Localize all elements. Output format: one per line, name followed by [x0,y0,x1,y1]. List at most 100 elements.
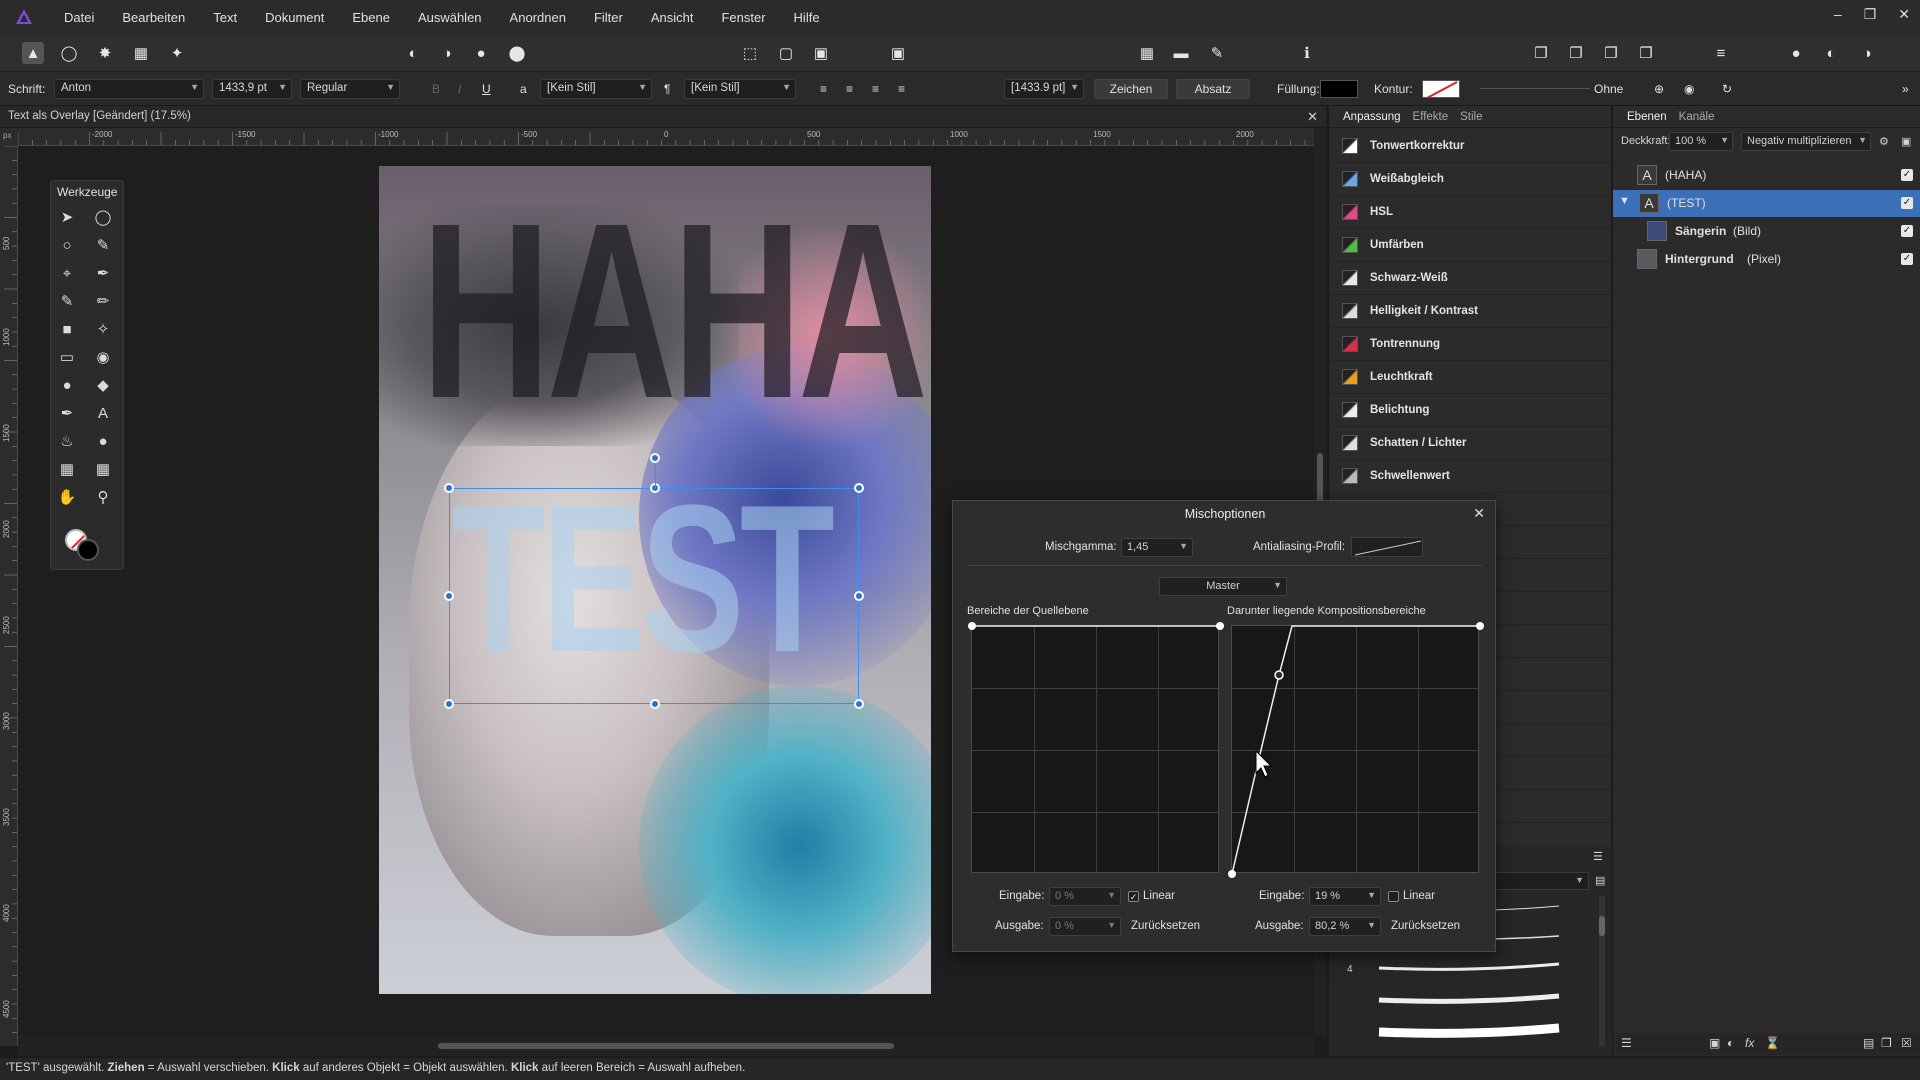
para-style-dropdown[interactable]: [Kein Stil] ▼ [684,79,796,99]
brush-panel-menu-icon[interactable]: ☰ [1593,850,1603,863]
selection-rect-icon[interactable]: ⬚ [739,42,761,64]
layer-visibility-checkbox[interactable]: ✓ [1901,197,1913,209]
eraser-icon[interactable]: ▭ [55,345,79,369]
auto-contrast-icon[interactable]: ◑ [436,42,458,64]
left-output-field[interactable]: 0 % ▼ [1049,917,1121,936]
menu-filter[interactable]: Filter [580,10,637,25]
adjustment-layer-icon[interactable]: ◐ [1727,1036,1734,1050]
mixer-brush-icon[interactable]: ✏ [91,289,115,313]
menu-bearbeiten[interactable]: Bearbeiten [108,10,199,25]
tab-effekte[interactable]: Effekte [1413,111,1449,123]
fill-swatch[interactable] [1320,80,1358,98]
font-size-dropdown[interactable]: 1433,9 pt ▼ [212,79,292,99]
mask-icon[interactable]: ▣ [1709,1036,1720,1050]
close-icon[interactable]: ✕ [1898,6,1910,23]
hand-icon[interactable]: ✋ [55,485,79,509]
brush-assistant-icon[interactable]: ✎ [1206,42,1228,64]
delete-layer-icon[interactable]: ☒ [1901,1036,1912,1050]
persona-photo-icon[interactable]: ▲ [22,42,44,64]
font-family-dropdown[interactable]: Anton ▼ [54,79,204,99]
selection-brush-icon[interactable]: ✎ [91,233,115,257]
persona-liquify-icon[interactable]: ◯ [58,42,80,64]
adjustment-item[interactable]: Belichtung [1329,394,1612,427]
document-tab[interactable]: Text als Overlay [Geändert] (17.5%) ✕ [0,106,1326,128]
stroke-width-slider[interactable] [1480,88,1590,89]
adjustment-item[interactable]: Umfärben [1329,229,1612,262]
zeichen-button[interactable]: Zeichen [1094,79,1168,99]
horizontal-scrollbar[interactable] [18,1036,1314,1056]
layer-row[interactable]: Hintergrund (Pixel) ✓ [1613,246,1920,273]
handle-middle-left[interactable] [444,591,454,601]
align-left-icon[interactable]: ≡ [820,82,827,96]
menu-auswählen[interactable]: Auswählen [404,10,496,25]
tab-kanäle[interactable]: Kanäle [1679,111,1715,123]
info-icon[interactable]: ℹ [1296,42,1318,64]
persona-export-icon[interactable]: ✦ [166,42,188,64]
restore-icon[interactable]: ❐ [1864,6,1877,23]
layer-row[interactable]: A (HAHA) ✓ [1613,162,1920,189]
app-logo-icon[interactable] [12,5,36,29]
right-linear-checkbox[interactable] [1388,891,1399,902]
layer-stack-icon[interactable]: ☰ [1621,1036,1632,1050]
antialias-curve[interactable] [1351,537,1423,557]
tab-anpassung[interactable]: Anpassung [1343,111,1401,123]
arrange-front-icon[interactable]: ❐ [1530,42,1552,64]
crop-icon[interactable]: ⌖ [55,261,79,285]
menu-ebene[interactable]: Ebene [338,10,404,25]
quick-mask-icon[interactable]: ▣ [887,42,909,64]
dodge-icon[interactable]: ● [55,373,79,397]
channel-dropdown[interactable]: Master ▼ [1159,577,1287,596]
group-icon[interactable]: ▤ [1863,1036,1874,1050]
right-reset-button[interactable]: Zurücksetzen [1391,920,1460,932]
menu-hilfe[interactable]: Hilfe [780,10,834,25]
selection-bounding-box[interactable] [449,488,859,704]
right-output-field[interactable]: 80,2 % ▼ [1309,917,1381,936]
opacity-field[interactable]: 100 % ▼ [1669,132,1733,151]
handle-middle-right[interactable] [854,591,864,601]
lasso-icon[interactable]: ○ [55,233,79,257]
blur-icon[interactable]: ◆ [91,373,115,397]
handle-bottom-left[interactable] [444,699,454,709]
adjustment-item[interactable]: Schwellenwert [1329,460,1612,493]
persona-tonemap-icon[interactable]: ▦ [130,42,152,64]
tab-ebenen[interactable]: Ebenen [1627,111,1667,123]
stroke-swatch[interactable] [1422,80,1460,98]
absatz-button[interactable]: Absatz [1176,79,1250,99]
haha-text-layer[interactable]: HAHA [421,186,928,436]
menu-ansicht[interactable]: Ansicht [637,10,708,25]
align-right-icon[interactable]: ≡ [872,82,879,96]
close-document-icon[interactable]: ✕ [1307,109,1318,125]
auto-colors-icon[interactable]: ● [470,42,492,64]
live-filter-icon[interactable]: ⌛ [1765,1036,1780,1050]
zoom-icon[interactable]: ⚲ [91,485,115,509]
adjustment-item[interactable]: Leuchtkraft [1329,361,1612,394]
selection-deselect-icon[interactable]: ▢ [775,42,797,64]
bold-icon[interactable]: B [432,82,440,96]
handle-top-left[interactable] [444,483,454,493]
mesh-warp-icon[interactable]: ▦ [55,457,79,481]
char-style-dropdown[interactable]: [Kein Stil] ▼ [540,79,652,99]
adjustment-item[interactable]: Schatten / Lichter [1329,427,1612,460]
clone-stamp-icon[interactable]: ■ [55,317,79,341]
adjustment-item[interactable]: Helligkeit / Kontrast [1329,295,1612,328]
handle-bottom-center[interactable] [650,699,660,709]
handle-bottom-right[interactable] [854,699,864,709]
vertical-scroll-thumb[interactable] [1317,453,1323,505]
layer-row[interactable]: Sängerin (Bild) ✓ [1613,218,1920,245]
snapping-icon[interactable]: ▬ [1170,42,1192,64]
brush-category-dropdown[interactable]: ▼ [1489,872,1589,890]
underline-icon[interactable]: U [482,82,491,96]
left-input-field[interactable]: 0 % ▼ [1049,887,1121,906]
text-tool-icon[interactable]: A [91,401,115,425]
gamma-field[interactable]: 1,45 ▼ [1121,538,1193,557]
move-tool-icon[interactable]: ➤ [55,205,79,229]
boolean-intersect-icon[interactable]: ◑ [1856,42,1878,64]
boolean-add-icon[interactable]: ● [1785,42,1807,64]
menu-anordnen[interactable]: Anordnen [496,10,580,25]
horizontal-scroll-thumb[interactable] [438,1043,894,1049]
left-reset-button[interactable]: Zurücksetzen [1131,920,1200,932]
freehand-selection-icon[interactable]: ◯ [91,205,115,229]
justify-icon[interactable]: ≡ [898,82,905,96]
font-size-field[interactable]: [1433.9 pt] ▼ [1004,79,1084,99]
rotate-handle[interactable] [650,453,660,463]
